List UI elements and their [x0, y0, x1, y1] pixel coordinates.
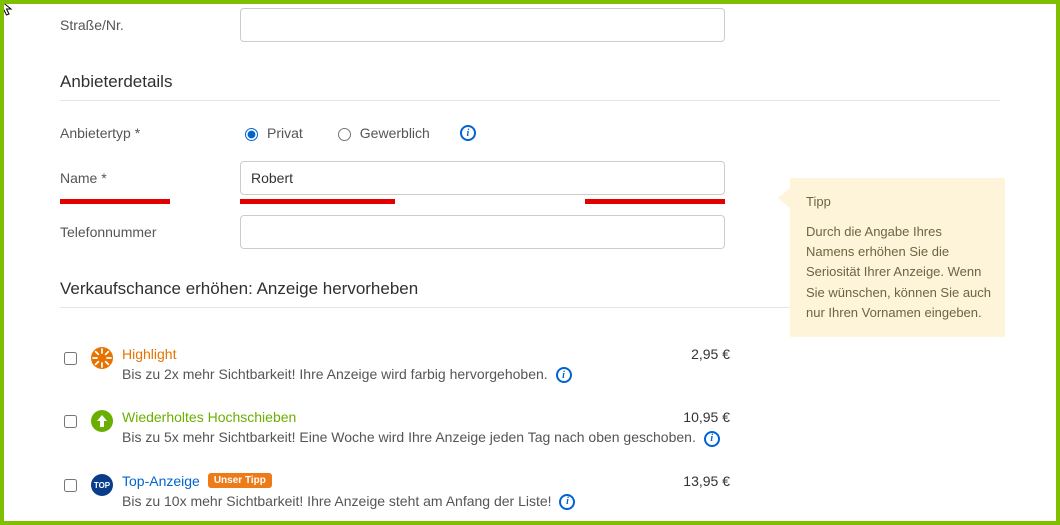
- promo-row-highlight: Highlight Bis zu 2x mehr Sichtbarkeit! I…: [60, 336, 1000, 399]
- promo-top-desc: Bis zu 10x mehr Sichtbarkeit! Ihre Anzei…: [122, 493, 552, 509]
- provider-heading: Anbieterdetails: [60, 72, 1000, 92]
- promo-row-top: TOP Top-Anzeige Unser Tipp Bis zu 10x me…: [60, 463, 1000, 521]
- info-icon[interactable]: i: [460, 125, 476, 141]
- provider-type-commercial-radio[interactable]: [338, 128, 351, 141]
- provider-type-private-label: Privat: [267, 125, 303, 141]
- provider-type-private[interactable]: Privat: [240, 125, 303, 141]
- promo-top-badge: Unser Tipp: [208, 473, 272, 488]
- highlight-mark: [240, 199, 395, 204]
- provider-type-label: Anbietertyp *: [60, 125, 240, 141]
- promo-top-price: 13,95 €: [683, 473, 730, 489]
- divider: [60, 100, 1000, 101]
- highlight-mark: [585, 199, 725, 204]
- phone-label: Telefonnummer: [60, 224, 240, 240]
- info-icon[interactable]: i: [704, 431, 720, 447]
- promo-highlight-price: 2,95 €: [691, 346, 730, 362]
- promo-highlight-checkbox[interactable]: [64, 352, 77, 365]
- highlight-icon: [90, 346, 114, 370]
- promo-row-reboost: Wiederholtes Hochschieben Bis zu 5x mehr…: [60, 399, 1000, 462]
- promo-highlight-desc: Bis zu 2x mehr Sichtbarkeit! Ihre Anzeig…: [122, 366, 548, 382]
- street-label: Straße/Nr.: [60, 17, 240, 33]
- promo-top-title: Top-Anzeige: [122, 473, 200, 489]
- promo-reboost-price: 10,95 €: [683, 409, 730, 425]
- phone-input[interactable]: [240, 215, 725, 249]
- cursor-pointer: [4, 4, 14, 18]
- top-icon: TOP: [90, 473, 114, 497]
- name-label: Name *: [60, 170, 240, 186]
- tip-box: Tipp Durch die Angabe Ihres Namens erhöh…: [790, 178, 1005, 337]
- highlight-mark: [60, 199, 170, 204]
- promo-reboost-desc: Bis zu 5x mehr Sichtbarkeit! Eine Woche …: [122, 429, 696, 445]
- provider-type-private-radio[interactable]: [245, 128, 258, 141]
- name-input[interactable]: [240, 161, 725, 195]
- promo-top-checkbox[interactable]: [64, 479, 77, 492]
- svg-text:TOP: TOP: [94, 481, 111, 490]
- street-input[interactable]: [240, 8, 725, 42]
- info-icon[interactable]: i: [559, 494, 575, 510]
- reboost-icon: [90, 409, 114, 433]
- promo-highlight-title: Highlight: [122, 346, 176, 362]
- promo-reboost-checkbox[interactable]: [64, 415, 77, 428]
- promo-reboost-title: Wiederholtes Hochschieben: [122, 409, 296, 425]
- tip-body: Durch die Angabe Ihres Namens erhöhen Si…: [806, 222, 991, 323]
- tip-title: Tipp: [806, 192, 991, 212]
- info-icon[interactable]: i: [556, 367, 572, 383]
- provider-type-commercial[interactable]: Gewerblich: [333, 125, 430, 141]
- provider-type-commercial-label: Gewerblich: [360, 125, 430, 141]
